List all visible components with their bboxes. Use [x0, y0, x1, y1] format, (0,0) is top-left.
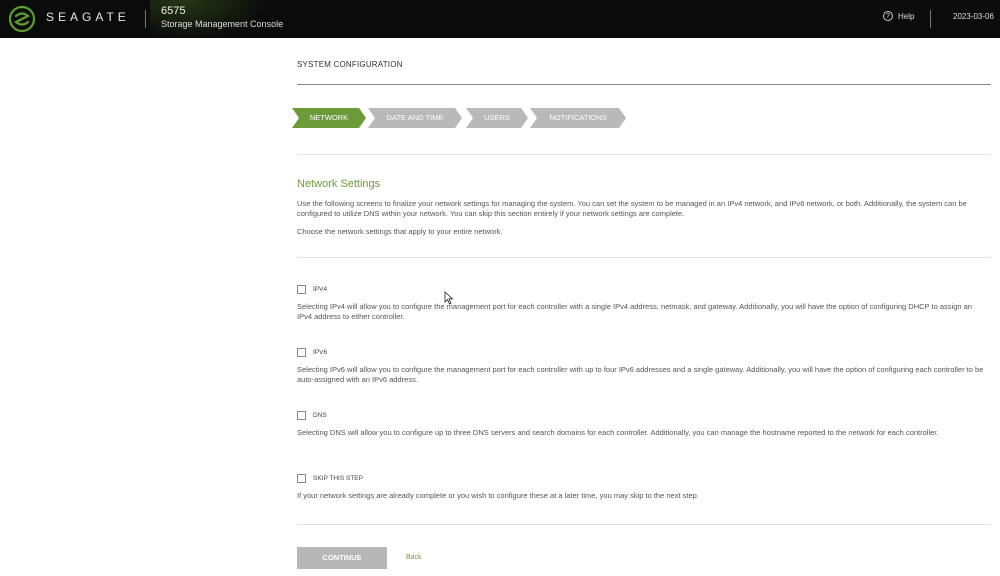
back-link[interactable]: Back: [406, 554, 422, 561]
header-divider: [930, 10, 931, 28]
skip-step-label[interactable]: SKIP THIS STEP: [313, 475, 363, 482]
system-name: 6575: [161, 5, 186, 17]
console-name: Storage Management Console: [161, 19, 284, 29]
help-label: Help: [898, 11, 915, 21]
seagate-logo-icon: [8, 5, 36, 33]
brand-name: SEAGATE: [46, 10, 130, 24]
title-divider: [297, 84, 991, 85]
option-skip-step: SKIP THIS STEP If your network settings …: [297, 472, 987, 501]
help-link[interactable]: ? Help: [883, 11, 914, 21]
skip-step-description: If your network settings are already com…: [297, 491, 699, 500]
option-ipv6: IPV6 Selecting IPv6 will allow you to co…: [297, 346, 987, 385]
step-notifications[interactable]: NOTIFICATIONS: [530, 108, 626, 128]
ipv4-checkbox[interactable]: [297, 284, 306, 294]
continue-button[interactable]: CONTINUE: [297, 547, 387, 569]
header-divider: [145, 10, 146, 28]
section-divider: [297, 524, 991, 525]
ipv6-description: Selecting IPv6 will allow you to configu…: [297, 365, 984, 384]
section-divider: [297, 154, 991, 155]
dns-checkbox[interactable]: [297, 410, 306, 420]
ipv6-label[interactable]: IPV6: [313, 349, 327, 356]
step-users[interactable]: USERS: [466, 108, 528, 128]
ipv6-checkbox[interactable]: [297, 347, 306, 357]
ipv4-label[interactable]: IPV4: [313, 286, 327, 293]
section-heading: Network Settings: [297, 178, 381, 190]
step-network[interactable]: NETWORK: [292, 108, 366, 128]
dns-description: Selecting DNS will allow you to configur…: [297, 428, 939, 437]
step-date-and-time[interactable]: DATE AND TIME: [368, 108, 462, 128]
instruction-text: Choose the network settings that apply t…: [297, 227, 503, 236]
system-datetime: 2023-03-06: [953, 12, 994, 21]
page-title: SYSTEM CONFIGURATION: [297, 60, 403, 69]
help-icon: ?: [883, 11, 893, 21]
section-divider: [297, 257, 991, 258]
mouse-pointer-icon: [444, 291, 454, 305]
intro-text: Use the following screens to finalize yo…: [297, 199, 967, 218]
option-ipv4: IPV4 Selecting IPv4 will allow you to co…: [297, 283, 987, 322]
top-header: SEAGATE 6575 Storage Management Console …: [0, 0, 1000, 38]
option-dns: DNS Selecting DNS will allow you to conf…: [297, 409, 987, 438]
dns-label[interactable]: DNS: [313, 412, 327, 419]
skip-step-checkbox[interactable]: [297, 473, 306, 483]
ipv4-description: Selecting IPv4 will allow you to configu…: [297, 302, 972, 321]
